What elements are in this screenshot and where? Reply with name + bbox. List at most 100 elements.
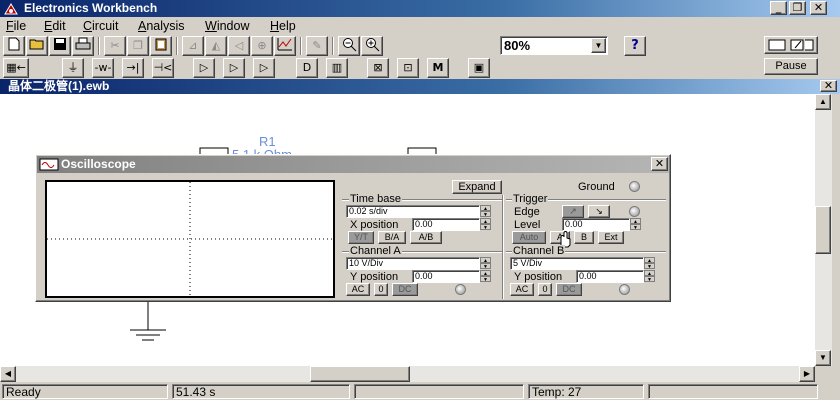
mode-ba-button[interactable]: B/A	[378, 231, 406, 244]
misc-icon: M	[432, 61, 444, 74]
channel-b-scale-field[interactable]: 5 V/Div	[510, 257, 644, 270]
trigger-auto-button[interactable]: Auto	[512, 231, 546, 244]
zoom-in-icon	[365, 38, 380, 55]
close-icon: ✕	[823, 79, 834, 92]
analysis-graphs-button[interactable]: ✎	[306, 36, 328, 56]
flip-horizontal-button[interactable]: ◭	[205, 36, 227, 56]
scroll-down-button[interactable]: ▼	[815, 350, 831, 366]
channel-a-ac-button[interactable]: AC	[346, 283, 370, 296]
printer-icon	[75, 37, 91, 54]
edge-rising-button[interactable]: ↗	[562, 205, 584, 218]
time-base-spinner[interactable]: ▲ ▼	[480, 205, 491, 218]
minimize-button[interactable]: _	[770, 1, 787, 15]
document-title-bar[interactable]: 晶体二极管(1).ewb ✕	[0, 79, 840, 94]
help-button[interactable]: ?	[624, 36, 646, 56]
zoom-select[interactable]: 80% ▼	[500, 36, 608, 55]
mode-ab-button[interactable]: A/B	[410, 231, 442, 244]
menu-window[interactable]: Window	[205, 17, 249, 35]
copy-button[interactable]: ❐	[127, 36, 149, 56]
channel-b-y-position-field[interactable]: 0.00	[576, 270, 644, 283]
horizontal-scroll-thumb[interactable]	[310, 366, 410, 382]
channel-b-dc-button[interactable]: DC	[556, 283, 582, 296]
zoom-dropdown-button[interactable]: ▼	[591, 38, 606, 53]
x-position-field[interactable]: 0.00	[412, 218, 480, 231]
menu-analysis[interactable]: Analysis	[138, 17, 185, 35]
controls-bin-button[interactable]: ⊡	[397, 58, 419, 78]
menu-file[interactable]: File	[6, 17, 26, 35]
edge-falling-button[interactable]: ↘	[588, 205, 610, 218]
print-button[interactable]	[72, 36, 94, 56]
sources-bin-button[interactable]: ⏚	[62, 58, 84, 78]
channel-a-scale-field[interactable]: 10 V/Div	[346, 257, 480, 270]
time-base-field[interactable]: 0.02 s/div	[346, 205, 480, 218]
save-button[interactable]	[49, 36, 71, 56]
channel-a-scale-spinner[interactable]: ▲ ▼	[480, 257, 491, 270]
arrow-up-icon: ▲	[819, 97, 827, 106]
channel-a-zero-button[interactable]: 0	[374, 283, 388, 296]
mode-yt-button[interactable]: Y/T	[348, 231, 374, 244]
trigger-terminal[interactable]	[629, 206, 640, 217]
horizontal-scrollbar[interactable]: ◀ ▶	[0, 366, 815, 382]
diodes-bin-button[interactable]: →|	[122, 58, 144, 78]
channel-a-dc-button[interactable]: DC	[392, 283, 418, 296]
channel-b-ac-button[interactable]: AC	[510, 283, 534, 296]
close-button[interactable]: ✕	[810, 1, 827, 15]
x-position-spinner[interactable]: ▲ ▼	[480, 218, 491, 231]
main-title-bar[interactable]: Electronics Workbench _ ❐ ✕	[0, 0, 840, 17]
restore-button[interactable]: ❐	[789, 1, 806, 15]
trigger-b-button[interactable]: B	[574, 231, 594, 244]
menu-circuit[interactable]: Circuit	[83, 17, 118, 35]
instruments-bin-button[interactable]: ▣	[468, 58, 490, 78]
rotate-button[interactable]: ⊿	[182, 36, 204, 56]
oscilloscope-window[interactable]: Oscilloscope ✕ Expand Ground Time base 0…	[35, 154, 671, 302]
oscilloscope-title: Oscilloscope	[61, 157, 136, 171]
expand-button[interactable]: Expand	[452, 180, 502, 194]
channel-b-zero-button[interactable]: 0	[538, 283, 552, 296]
channel-a-terminal[interactable]	[455, 284, 466, 295]
miscellaneous-bin-button[interactable]: M	[427, 58, 449, 78]
indicators-bin-button[interactable]: ⊠	[367, 58, 389, 78]
new-file-button[interactable]	[3, 36, 25, 56]
oscilloscope-close-button[interactable]: ✕	[651, 157, 668, 171]
trigger-level-spinner[interactable]: ▲ ▼	[630, 218, 641, 231]
oscilloscope-title-bar[interactable]: Oscilloscope ✕	[37, 156, 669, 173]
power-switch[interactable]	[764, 36, 818, 54]
document-close-button[interactable]: ✕	[820, 80, 837, 92]
scroll-up-button[interactable]: ▲	[815, 94, 831, 110]
digital-ics-bin-button[interactable]: ▷	[253, 58, 275, 78]
mixed-ics-bin-button[interactable]: ▷	[223, 58, 245, 78]
channel-a-y-position-spinner[interactable]: ▲ ▼	[480, 270, 491, 283]
channel-b-scale-spinner[interactable]: ▲ ▼	[644, 257, 655, 270]
minimize-icon: _	[775, 1, 782, 14]
diode-icon: →|	[126, 61, 140, 74]
vertical-scrollbar[interactable]: ▲ ▼	[815, 94, 832, 366]
component-properties-button[interactable]: ⊕	[251, 36, 273, 56]
zoom-out-button[interactable]	[338, 36, 360, 56]
toolbar-separator	[98, 37, 100, 55]
transistors-bin-button[interactable]: ⊣<	[152, 58, 174, 78]
open-file-button[interactable]	[26, 36, 48, 56]
channel-b-y-position-spinner[interactable]: ▲ ▼	[644, 270, 655, 283]
scroll-right-button[interactable]: ▶	[799, 366, 815, 382]
create-subcircuit-button[interactable]	[274, 36, 296, 56]
app-icon[interactable]	[3, 2, 19, 16]
scrollbar-corner	[815, 366, 840, 382]
menu-edit[interactable]: Edit	[44, 17, 66, 35]
channel-a-y-position-field[interactable]: 0.00	[412, 270, 480, 283]
paste-button[interactable]	[150, 36, 172, 56]
logic-gates-bin-button[interactable]: D	[296, 58, 318, 78]
ground-terminal[interactable]	[629, 181, 640, 192]
analog-ics-bin-button[interactable]: ▷	[193, 58, 215, 78]
channel-b-terminal[interactable]	[619, 284, 630, 295]
pause-button[interactable]: Pause	[764, 58, 818, 75]
scroll-left-button[interactable]: ◀	[0, 366, 16, 382]
parts-bin-toggle-button[interactable]: ▦←	[3, 58, 29, 78]
flip-vertical-button[interactable]: ◁	[228, 36, 250, 56]
digital-bin-button[interactable]: ▥	[326, 58, 348, 78]
menu-help[interactable]: Help	[270, 17, 296, 35]
basic-bin-button[interactable]: -w-	[92, 58, 114, 78]
cut-button[interactable]: ✂	[104, 36, 126, 56]
vertical-scroll-thumb[interactable]	[815, 206, 831, 254]
trigger-ext-button[interactable]: Ext	[598, 231, 624, 244]
zoom-in-button[interactable]	[361, 36, 383, 56]
